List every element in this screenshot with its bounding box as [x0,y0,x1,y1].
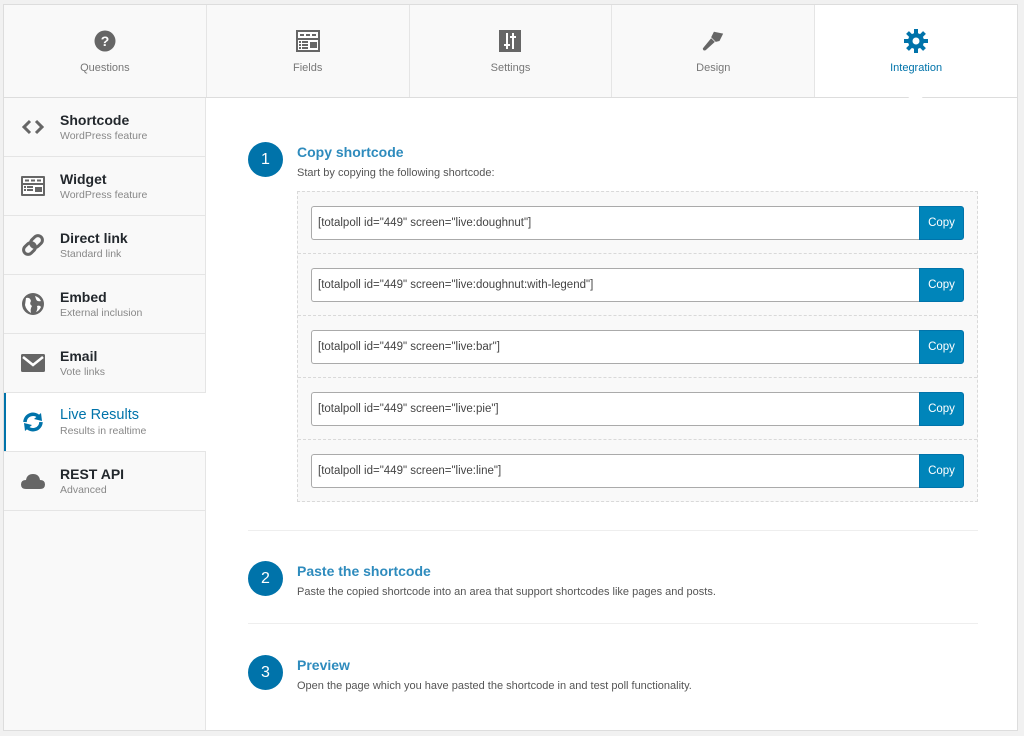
tab-label: Design [696,62,731,74]
sidebar-item-subtitle: External inclusion [60,306,143,319]
cloud-icon [21,469,45,493]
envelope-icon [21,351,45,375]
sidebar-item-rest-api[interactable]: REST API Advanced [4,452,205,511]
top-tabs: ? Questions Fields Settings Design Integ… [4,5,1017,98]
step-number-badge: 1 [248,142,283,177]
tab-label: Settings [490,62,531,74]
step-description: Paste the copied shortcode into an area … [297,586,716,598]
code-brackets-icon [21,115,45,139]
tab-fields[interactable]: Fields [206,5,410,97]
question-circle-icon: ? [93,29,117,53]
tab-settings[interactable]: Settings [409,5,613,97]
shortcode-row: Copy [298,316,977,378]
sidebar-item-subtitle: WordPress feature [60,129,148,142]
tab-integration[interactable]: Integration [815,5,1017,97]
step-divider [248,623,978,624]
link-icon [21,233,45,257]
tab-label: Fields [293,62,323,74]
integration-panel: ? Questions Fields Settings Design Integ… [3,4,1018,731]
sidebar-item-title: Email [60,347,98,364]
shortcode-row: Copy [298,254,977,316]
step-title: Preview [297,657,350,673]
copy-button[interactable]: Copy [919,205,964,240]
shortcode-row: Copy [298,192,977,254]
gear-icon [904,29,929,53]
main-content: 1 Copy shortcode Start by copying the fo… [206,98,1017,730]
step-divider [248,530,978,531]
step-title: Paste the shortcode [297,563,431,579]
shortcode-input[interactable] [311,205,919,240]
sidebar-item-direct-link[interactable]: Direct link Standard link [4,216,205,275]
step-number-badge: 2 [248,561,283,596]
tab-label: Questions [80,62,130,74]
refresh-icon [21,410,45,434]
shortcode-row: Copy [298,440,977,502]
shortcode-input[interactable] [311,391,919,426]
sidebar-item-subtitle: WordPress feature [60,188,148,201]
sliders-icon [498,29,522,53]
copy-button[interactable]: Copy [919,267,964,302]
sidebar-item-subtitle: Advanced [60,483,107,496]
shortcode-input[interactable] [311,267,919,302]
globe-icon [21,292,45,316]
sidebar-item-live-results[interactable]: Live Results Results in realtime [4,393,206,452]
paintbrush-icon [701,29,725,53]
step-title: Copy shortcode [297,144,404,160]
tab-questions[interactable]: ? Questions [4,5,207,97]
sidebar-item-title: REST API [60,465,125,482]
sidebar-item-title: Embed [60,288,107,305]
fields-form-icon [295,29,320,53]
sidebar-item-title: Widget [60,170,107,187]
sidebar-item-shortcode[interactable]: Shortcode WordPress feature [4,98,205,157]
shortcode-list: Copy Copy Copy Copy Copy [297,191,978,502]
shortcode-row: Copy [298,378,977,440]
sidebar-item-embed[interactable]: Embed External inclusion [4,275,205,334]
sidebar-item-email[interactable]: Email Vote links [4,334,205,393]
copy-button[interactable]: Copy [919,391,964,426]
widget-icon [21,174,45,198]
integration-sidebar: Shortcode WordPress feature Widget WordPre… [4,98,206,730]
svg-text:?: ? [101,33,110,49]
tab-label: Integration [890,62,943,74]
copy-button[interactable]: Copy [919,329,964,364]
step-description: Start by copying the following shortcode… [297,167,495,179]
step-description: Open the page which you have pasted the … [297,680,692,692]
shortcode-input[interactable] [311,454,919,488]
copy-button[interactable]: Copy [919,454,964,488]
sidebar-item-title: Direct link [60,229,128,246]
sidebar-item-title: Live Results [60,406,139,423]
sidebar-item-widget[interactable]: Widget WordPress feature [4,157,205,216]
sidebar-item-subtitle: Vote links [60,365,105,378]
sidebar-item-subtitle: Results in realtime [60,424,147,437]
tab-design[interactable]: Design [612,5,816,97]
sidebar-item-subtitle: Standard link [60,247,122,260]
sidebar-item-title: Shortcode [60,111,130,128]
step-number-badge: 3 [248,655,283,690]
shortcode-input[interactable] [311,329,919,364]
